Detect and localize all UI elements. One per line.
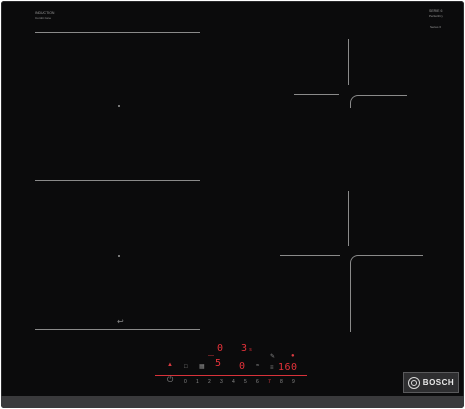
induction-sublabel: Combi zone (35, 16, 52, 20)
brand-name: BOSCH (422, 378, 455, 387)
wifi-icon[interactable]: ≈ (256, 363, 259, 369)
timer-icon[interactable]: — (208, 353, 214, 359)
right-bottom-zone-corner (350, 255, 423, 332)
slider-number[interactable]: 6 (256, 379, 259, 385)
hob-frame-edge (1, 396, 464, 408)
flex-zone-icon[interactable]: ▦ (199, 364, 205, 370)
zone-display-suffix: s (249, 347, 253, 353)
power-level-display: 160 (278, 362, 298, 373)
slider-number[interactable]: 2 (208, 379, 211, 385)
flex-zone-icon: ↩ (117, 317, 124, 326)
slider-number[interactable]: 5 (244, 379, 247, 385)
perfectfry-icon[interactable]: ✎ (270, 354, 275, 360)
flex-zone-middle-line (35, 180, 200, 181)
right-bottom-zone-hline-left (280, 255, 340, 256)
series-tiny-label: Series 6 (430, 25, 442, 29)
series-sublabel: PerfectFry (429, 14, 443, 18)
slider-number[interactable]: 4 (232, 379, 235, 385)
zone-center-dot (118, 105, 120, 107)
stopwatch-icon[interactable]: ● (291, 353, 295, 359)
right-top-zone-vline (348, 39, 349, 85)
right-top-zone-corner (350, 95, 407, 108)
slider-number[interactable]: 8 (280, 379, 283, 385)
slider-number[interactable]: 1 (196, 379, 199, 385)
zone-display-mid-right: 0 (239, 361, 246, 372)
menu-icon[interactable]: ≡ (270, 365, 274, 371)
induction-label: INDUCTION (35, 11, 55, 15)
flex-zone-top-line (35, 32, 200, 33)
right-bottom-zone-vline (348, 191, 349, 246)
lock-icon[interactable]: ▲ (167, 362, 173, 368)
zone-display-top-right: 3 (241, 343, 248, 354)
induction-hob: INDUCTION Combi zone SERIE 6 PerfectFry … (1, 1, 464, 408)
right-top-zone-hline-left (294, 94, 339, 95)
combi-zone-icon[interactable]: □ (184, 364, 188, 370)
zone-display-mid-left: 5 (215, 358, 222, 369)
brand-plate: BOSCH (403, 372, 459, 393)
power-slider[interactable] (155, 375, 307, 376)
slider-number[interactable]: 7 (268, 379, 271, 385)
slider-number[interactable]: 0 (184, 379, 187, 385)
zone-center-dot (118, 255, 120, 257)
series-label: SERIE 6 (429, 9, 443, 13)
slider-number[interactable]: 3 (220, 379, 223, 385)
slider-number[interactable]: 9 (292, 379, 295, 385)
power-icon[interactable]: ⏻ (167, 376, 173, 384)
zone-display-top-left: 0 (217, 343, 224, 354)
flex-zone-bottom-line (35, 329, 200, 330)
bosch-logo-icon (407, 376, 420, 389)
